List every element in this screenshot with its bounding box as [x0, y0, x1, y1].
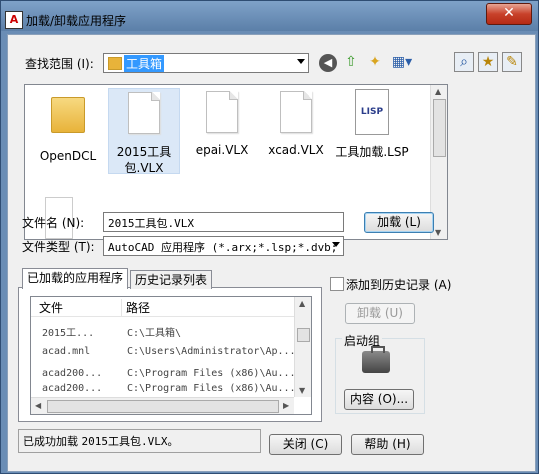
lookin-value: 工具箱: [124, 55, 165, 72]
table-row[interactable]: acad200... C:\Program Files (x86)\Au...: [31, 383, 294, 397]
row-path: C:\Program Files (x86)\Au...: [127, 383, 294, 394]
lookin-combo[interactable]: 工具箱: [103, 53, 309, 73]
scroll-thumb[interactable]: [47, 400, 279, 413]
lookin-label: 查找范围 (I):: [25, 57, 94, 71]
briefcase-icon: [362, 346, 390, 373]
filetype-label: 文件类型 (T):: [22, 240, 95, 254]
file-item-label: xcad.VLX: [268, 143, 324, 157]
folder-small-icon: [108, 57, 122, 70]
scroll-up-icon[interactable]: ▲: [299, 299, 305, 308]
filetype-combo[interactable]: AutoCAD 应用程序 (*.arx;*.lsp;*.dvb;: [103, 236, 344, 256]
up-folder-icon[interactable]: ⇧: [342, 53, 360, 71]
scroll-down-icon[interactable]: ▼: [435, 228, 441, 237]
loaded-apps-list[interactable]: 文件 路径 2015工... C:\工具箱\ acad.mnl C:\Users…: [30, 296, 312, 415]
table-row[interactable]: acad.mnl C:\Users\Administrator\Ap...: [31, 341, 294, 363]
status-value: 2015工具包.VLX。: [81, 435, 179, 448]
row-file: acad.mnl: [42, 346, 91, 357]
filename-field[interactable]: 2015工具包.VLX: [103, 212, 344, 232]
file-item-xcad[interactable]: xcad.VLX: [261, 91, 331, 157]
table-row[interactable]: 2015工... C:\工具箱\: [31, 319, 294, 341]
file-item-label: 2015工具包.VLX: [116, 145, 172, 175]
file-icon: [206, 91, 238, 133]
close-button[interactable]: 关闭 (C): [269, 434, 342, 455]
dialog-window: A 加载/卸载应用程序 ✕ 查找范围 (I): 工具箱 ◀ ⇧ ✦ ▦▾ ⌕ ★…: [0, 0, 539, 474]
chevron-down-icon: [297, 59, 305, 64]
unload-button[interactable]: 卸载 (U): [345, 303, 415, 324]
file-item-opendcl[interactable]: OpenDCL: [33, 91, 103, 163]
scroll-thumb[interactable]: [433, 99, 446, 157]
new-folder-icon[interactable]: ✦: [366, 53, 384, 71]
file-item-label: OpenDCL: [39, 149, 97, 163]
row-path: C:\Users\Administrator\Ap...: [127, 346, 294, 357]
title-bar[interactable]: A 加载/卸载应用程序 ✕: [1, 1, 538, 35]
scroll-right-icon[interactable]: ▶: [283, 401, 289, 410]
filetype-value: AutoCAD 应用程序 (*.arx;*.lsp;*.dvb;: [108, 241, 338, 254]
file-icon: [280, 91, 312, 133]
lsp-file-icon: LISP: [355, 89, 389, 135]
back-icon[interactable]: ◀: [319, 54, 337, 72]
tools-icon[interactable]: ✎: [502, 52, 522, 72]
contents-button[interactable]: 内容 (O)...: [344, 389, 414, 410]
views-menu-icon[interactable]: ▦▾: [389, 53, 415, 71]
scroll-up-icon[interactable]: ▲: [435, 87, 441, 96]
file-icon: [128, 92, 160, 134]
vertical-scrollbar[interactable]: ▲ ▼: [294, 297, 311, 397]
row-file: 2015工...: [42, 328, 95, 339]
find-icon[interactable]: ⌕: [454, 52, 474, 72]
help-button[interactable]: 帮助 (H): [351, 434, 424, 455]
list-header: 文件 路径: [31, 297, 294, 317]
window-title: 加载/卸载应用程序: [26, 14, 127, 28]
row-file: acad200...: [42, 383, 103, 394]
add-history-label: 添加到历史记录 (A): [346, 278, 452, 292]
file-item-epai[interactable]: epai.VLX: [187, 91, 257, 157]
tab-history-list[interactable]: 历史记录列表: [130, 270, 213, 289]
column-header-file[interactable]: 文件: [39, 299, 63, 316]
chevron-down-icon: [332, 242, 340, 247]
add-history-checkbox[interactable]: [330, 277, 344, 291]
row-path: C:\Program Files (x86)\Au...: [127, 368, 294, 379]
filename-label: 文件名 (N):: [22, 216, 85, 230]
tab-loaded-apps[interactable]: 已加载的应用程序: [22, 268, 129, 289]
scroll-thumb[interactable]: [297, 328, 310, 342]
row-path: C:\工具箱\: [127, 328, 182, 339]
column-header-path[interactable]: 路径: [121, 299, 150, 316]
horizontal-scrollbar[interactable]: ◀ ▶: [31, 397, 294, 414]
close-window-button[interactable]: ✕: [486, 3, 532, 25]
file-item-label: epai.VLX: [195, 143, 249, 157]
table-row[interactable]: acad200... C:\Program Files (x86)\Au...: [31, 363, 294, 385]
status-prefix: 已成功加载: [23, 435, 82, 448]
file-item-label: 工具加载.LSP: [335, 145, 409, 159]
file-item-2015-toolkit[interactable]: 2015工具包.VLX: [108, 88, 180, 175]
favorites-icon[interactable]: ★: [478, 52, 498, 72]
file-item-loader-lsp[interactable]: LISP 工具加载.LSP: [333, 89, 411, 160]
status-bar: 已成功加载 2015工具包.VLX。: [18, 429, 261, 453]
scroll-down-icon[interactable]: ▼: [299, 386, 305, 395]
row-file: acad200...: [42, 368, 103, 379]
folder-icon: [51, 97, 85, 133]
dialog-client: 查找范围 (I): 工具箱 ◀ ⇧ ✦ ▦▾ ⌕ ★ ✎ OpenDCL 201…: [7, 34, 536, 472]
scroll-left-icon[interactable]: ◀: [35, 401, 41, 410]
load-button[interactable]: 加载 (L): [364, 212, 434, 233]
autocad-app-icon: A: [5, 11, 23, 29]
